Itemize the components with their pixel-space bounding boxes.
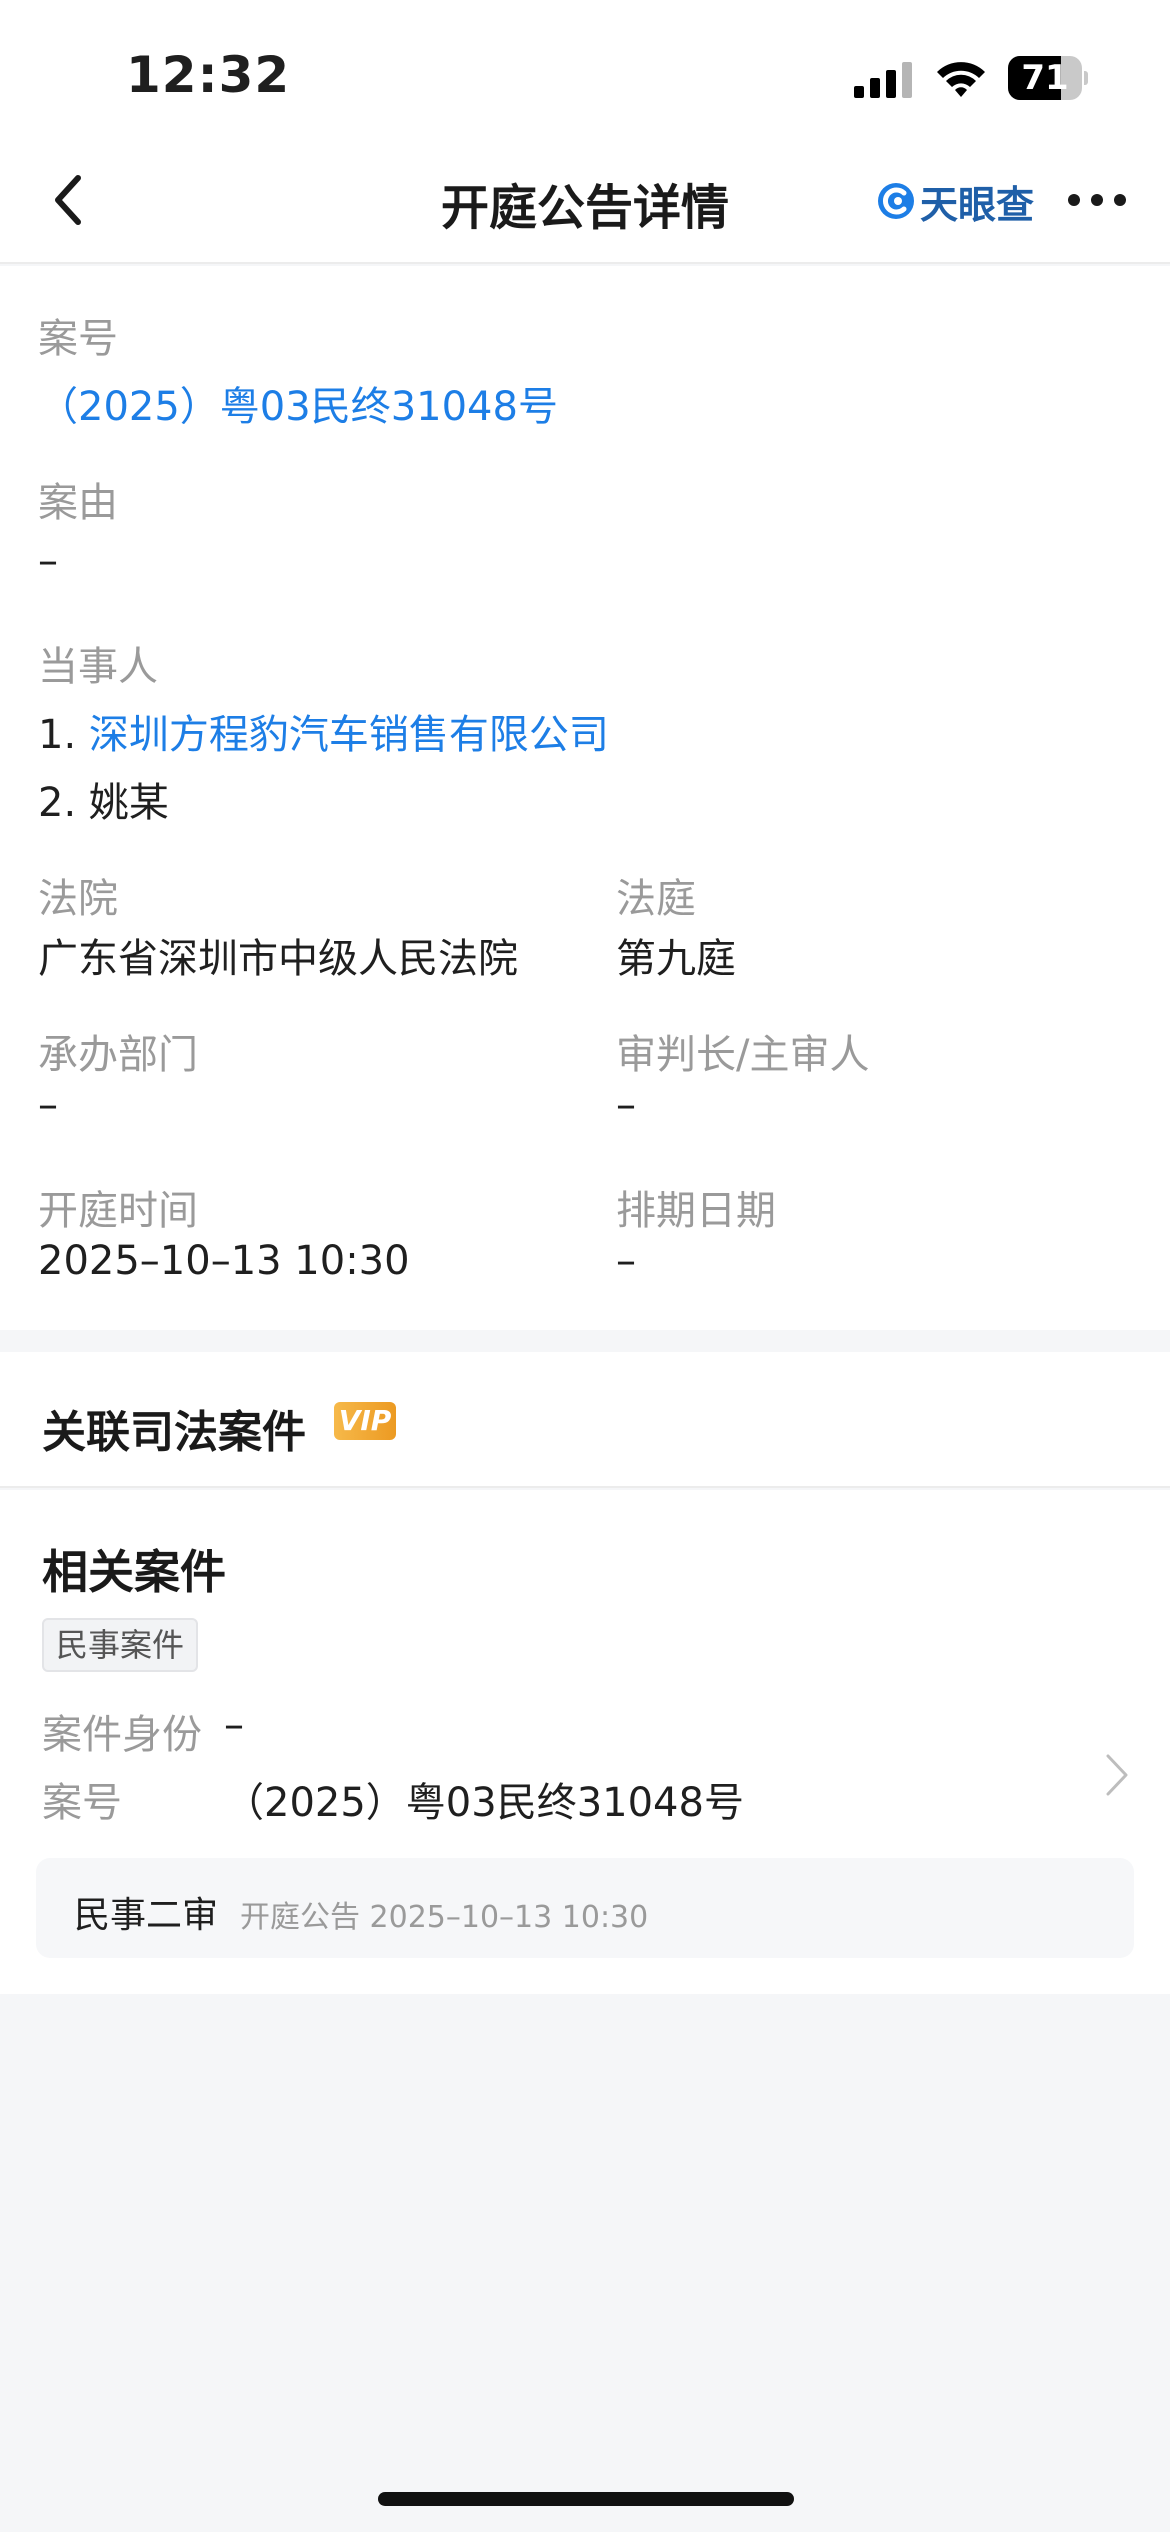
case-identity-label: 案件身份 [42,1712,202,1758]
wifi-icon [937,62,985,97]
related-case-number-label: 案号 [42,1780,122,1826]
associated-cases-header: 关联司法案件 VIP [0,1352,1170,1488]
home-indicator[interactable] [378,2492,794,2506]
party-person-name: 姚某 [88,780,169,826]
party-index: 1. [38,712,77,758]
party-company-link[interactable]: 深圳方程豹汽车销售有限公司 [89,712,609,758]
related-case-number-value: （2025）粤03民终31048号 [224,1780,744,1826]
courtroom-label: 法庭 [616,876,696,922]
record-meta: 开庭公告 2025–10–13 10:30 [240,1900,649,1935]
courtroom-value: 第九庭 [616,936,736,982]
hearing-record-item[interactable]: 民事二审 开庭公告 2025–10–13 10:30 [36,1858,1134,1958]
chevron-right-icon[interactable] [1104,1752,1130,1798]
cause-value: – [38,538,58,584]
case-number-link[interactable]: （2025）粤03民终31048号 [38,374,558,432]
related-case-title: 相关案件 [42,1545,226,1599]
related-case-card[interactable]: 相关案件 民事案件 案件身份 – 案号 （2025）粤03民终31048号 民事… [0,1490,1170,1994]
case-identity-value: – [224,1702,244,1748]
party-index: 2. [38,780,77,826]
party-item: 2. 姚某 [38,770,169,828]
cause-label: 案由 [38,480,118,526]
court-value: 广东省深圳市中级人民法院 [38,936,518,982]
department-label: 承办部门 [38,1032,198,1078]
associated-cases-title: 关联司法案件 [42,1407,306,1458]
schedule-date-label: 排期日期 [616,1188,776,1234]
tianyancha-logo-icon [878,183,914,219]
judge-value: – [616,1082,636,1128]
trial-stage: 民事二审 [74,1895,219,1936]
party-item: 1. 深圳方程豹汽车销售有限公司 [38,702,609,760]
parties-label: 当事人 [38,644,158,690]
hearing-time-label: 开庭时间 [38,1188,198,1234]
schedule-date-value: – [616,1238,636,1284]
hearing-time-value: 2025–10–13 10:30 [38,1238,410,1284]
battery-icon: 71 [1008,56,1088,100]
vip-badge: VIP [334,1402,396,1440]
brand-logo: 天眼查 [876,174,1034,228]
department-value: – [38,1082,58,1128]
navigation-bar: 开庭公告详情 天眼查 [0,140,1170,264]
case-number-label: 案号 [38,316,118,362]
hearing-detail-card: 案号 （2025）粤03民终31048号 案由 – 当事人 1. 深圳方程豹汽车… [0,266,1170,1330]
status-time: 12:32 [126,46,291,104]
brand-name: 天眼查 [920,182,1035,227]
battery-level: 71 [1021,58,1069,98]
status-bar: 12:32 71 [0,0,1170,140]
cellular-signal-icon [854,62,912,98]
court-label: 法院 [38,876,118,922]
more-options-icon[interactable] [1066,190,1128,210]
case-type-tag: 民事案件 [42,1618,199,1672]
judge-label: 审判长/主审人 [616,1032,870,1078]
